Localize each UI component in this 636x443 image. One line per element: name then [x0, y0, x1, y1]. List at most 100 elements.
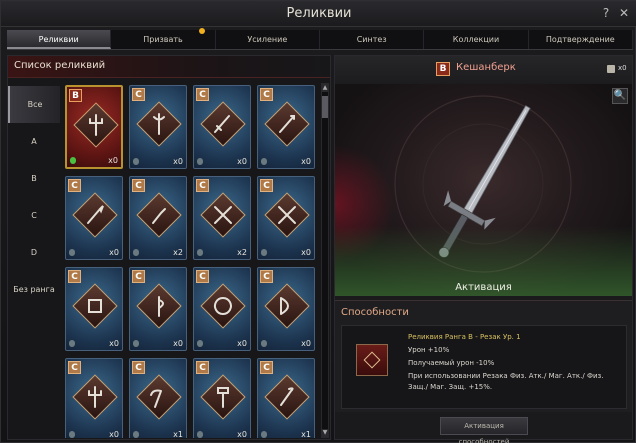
relic-card[interactable]: Cx0 [257, 176, 315, 260]
help-button[interactable]: ? [599, 5, 613, 21]
grade-filter-all[interactable]: Все [8, 86, 60, 123]
grade-badge: C [68, 361, 81, 374]
relic-card[interactable]: Cx0 [193, 267, 251, 351]
tab-label: Усиление [247, 35, 288, 44]
ability-header: Реликвия Ранга B - Резак Ур. 1 [408, 333, 521, 341]
bracer-icon [88, 299, 102, 313]
relic-count: x0 [109, 339, 119, 348]
relic-grid: Bx0 Cx0 Cx0 Cx0 Cx0 Cx2 Cx2 Cx0 Cx0 Cx0 Cx0 Cx0 Cx0 C… [63, 83, 319, 438]
trident-icon [89, 114, 103, 136]
grade-filter-d[interactable]: D [8, 234, 60, 271]
crossed-swords-icon [214, 206, 232, 224]
relic-count: x0 [237, 339, 247, 348]
relic-list-scrollbar[interactable]: ▲ ▼ [321, 83, 329, 438]
diamond-icon [363, 351, 381, 369]
tab-bar: Реликвии Призвать Усиление Синтез Коллек… [7, 28, 633, 50]
activation-label: Активация [455, 282, 512, 293]
relic-list-panel: Список реликвий Все A B C D Без ранга Bx… [7, 55, 331, 440]
scroll-thumb[interactable] [322, 96, 328, 118]
relic-card[interactable]: Cx0 [129, 85, 187, 169]
gem-icon [197, 431, 203, 438]
activate-abilities-button[interactable]: Активация способностей [440, 417, 528, 443]
relic-count: x0 [173, 339, 183, 348]
halberd-icon [153, 113, 165, 135]
bow-icon [280, 297, 289, 315]
grade-filter-c[interactable]: C [8, 197, 60, 234]
gem-icon [261, 340, 267, 347]
tab-relics[interactable]: Реликвии [7, 30, 112, 49]
grade-filter-b[interactable]: B [8, 160, 60, 197]
tab-synthesis[interactable]: Синтез [320, 30, 425, 49]
abilities-box: Реликвия Ранга B - Резак Ур. 1 Урон +10%… [341, 325, 627, 409]
grade-badge: C [132, 88, 145, 101]
gem-icon [261, 431, 267, 438]
grade-badge: C [196, 270, 209, 283]
tab-label: Призвать [143, 35, 183, 44]
tab-confirmation[interactable]: Подтверждение [529, 30, 633, 49]
spear-icon [87, 205, 104, 224]
relic-card[interactable]: Cx0 [257, 267, 315, 351]
relic-count: x2 [173, 248, 183, 257]
gem-icon [261, 158, 267, 165]
tab-collections[interactable]: Коллекции [424, 30, 529, 49]
relic-card[interactable]: Cx0 [65, 267, 123, 351]
grade-badge: C [132, 270, 145, 283]
gem-icon [70, 157, 76, 164]
relic-count: x0 [301, 248, 311, 257]
relic-card[interactable]: Cx2 [193, 176, 251, 260]
gem-icon [197, 158, 203, 165]
relic-card[interactable]: Cx0 [129, 267, 187, 351]
abilities-section: Способности Реликвия Ранга B - Резак Ур.… [335, 300, 632, 412]
relic-card[interactable]: Cx0 [65, 358, 123, 438]
trident-icon [88, 386, 102, 408]
grade-badge: C [196, 361, 209, 374]
close-button[interactable]: ✕ [617, 5, 631, 21]
window-title: Реликвии [286, 6, 352, 21]
gem-icon [133, 158, 139, 165]
ability-lines: Реликвия Ранга B - Резак Ур. 1 Урон +10%… [408, 332, 622, 393]
relic-card[interactable]: Cx1 [129, 358, 187, 438]
relic-card[interactable]: Cx0 [257, 85, 315, 169]
scroll-up-icon[interactable]: ▲ [322, 84, 328, 92]
ability-line: При использовании Резака Физ. Атк./ Маг.… [408, 372, 604, 391]
gem-icon [69, 340, 75, 347]
tab-enhance[interactable]: Усиление [216, 30, 320, 49]
relic-card[interactable]: Cx0 [65, 176, 123, 260]
grade-filter: Все A B C D Без ранга [8, 86, 60, 431]
title-bar: Реликвии ? ✕ [1, 1, 636, 27]
scroll-down-icon[interactable]: ▼ [322, 429, 328, 437]
relic-detail-panel: B Кешанберк x0 🔍 Активация Способности Р… [334, 55, 633, 443]
relic-count: x1 [173, 430, 183, 438]
grade-filter-unranked[interactable]: Без ранга [8, 271, 60, 308]
tab-label: Реликвии [38, 35, 79, 44]
relic-count: x0 [237, 157, 247, 166]
relic-card[interactable]: Cx1 [257, 358, 315, 438]
ability-line: Урон +10% [408, 346, 450, 354]
grade-badge: C [196, 88, 209, 101]
grade-filter-a[interactable]: A [8, 123, 60, 160]
tab-summon[interactable]: Призвать [111, 28, 216, 49]
grade-badge: C [260, 361, 273, 374]
glaive-icon [280, 387, 294, 406]
scythe-icon [150, 389, 162, 408]
gem-icon [261, 249, 267, 256]
book-count: x0 [618, 64, 627, 72]
relic-card[interactable]: Cx0 [193, 358, 251, 438]
relic-count: x0 [109, 430, 119, 438]
gem-icon [133, 249, 139, 256]
tab-label: Подтверждение [545, 35, 615, 44]
relic-card[interactable]: Bx0 [65, 85, 123, 169]
relic-count: x0 [173, 157, 183, 166]
grade-badge: C [132, 361, 145, 374]
hammer-icon [217, 387, 229, 408]
notification-dot [198, 28, 205, 34]
relics-window: Реликвии ? ✕ Реликвии Призвать Усиление … [0, 0, 636, 443]
tab-label: Коллекции [452, 35, 500, 44]
grade-badge: C [260, 179, 273, 192]
grade-badge: B [69, 89, 82, 102]
relic-card[interactable]: Cx0 [193, 85, 251, 169]
relic-card[interactable]: Cx2 [129, 176, 187, 260]
magnify-icon[interactable]: 🔍 [612, 88, 628, 104]
grade-badge: C [260, 270, 273, 283]
crossed-swords-icon [278, 206, 296, 224]
